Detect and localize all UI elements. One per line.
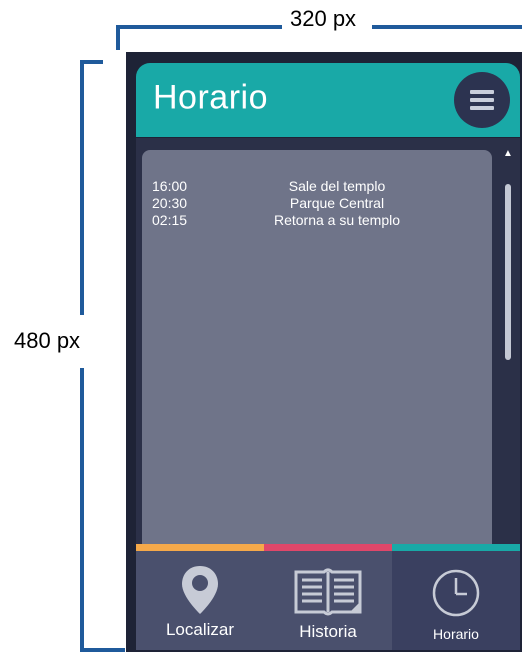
scrollbar[interactable]: ▲ ▼ xyxy=(502,148,514,568)
schedule-event: Sale del templo xyxy=(288,178,386,194)
menu-button[interactable] xyxy=(454,72,510,128)
book-icon xyxy=(292,564,364,625)
height-bracket-line-bottom xyxy=(80,368,84,652)
scroll-thumb[interactable] xyxy=(505,184,511,360)
tab-horario[interactable]: Horario xyxy=(392,544,520,650)
height-label: 480 px xyxy=(14,328,81,353)
tab-label: Horario xyxy=(433,626,479,642)
phone-screen: Horario 16:00 Sale del templo 20:30 Parq… xyxy=(126,52,522,652)
width-label: 320 px xyxy=(290,6,357,31)
scroll-up-icon[interactable]: ▲ xyxy=(502,148,514,160)
app-header: Horario xyxy=(136,63,520,137)
tab-accent xyxy=(264,544,392,551)
schedule-time: 20:30 xyxy=(152,195,188,211)
height-bracket-line-top xyxy=(80,60,84,315)
width-bracket-line-right xyxy=(372,25,522,29)
schedule-event: Retorna a su templo xyxy=(273,212,401,228)
tab-historia[interactable]: Historia xyxy=(264,544,392,650)
schedule-row: 16:00 Sale del templo xyxy=(152,178,482,195)
schedule-time: 16:00 xyxy=(152,178,188,194)
content-area: 16:00 Sale del templo 20:30 Parque Centr… xyxy=(136,138,520,598)
schedule-event: Parque Central xyxy=(289,195,385,211)
schedule-panel: 16:00 Sale del templo 20:30 Parque Centr… xyxy=(142,150,492,598)
tab-accent xyxy=(136,544,264,551)
page-title: Horario xyxy=(153,78,268,117)
schedule-time: 02:15 xyxy=(152,212,188,228)
tab-label: Localizar xyxy=(165,620,235,639)
height-bracket-bottom xyxy=(80,648,125,652)
width-bracket-line-left xyxy=(116,25,282,29)
tab-label: Historia xyxy=(299,622,357,641)
location-pin-icon xyxy=(180,564,220,621)
tab-bar: Localizar Historia Horario xyxy=(136,544,520,650)
schedule-row: 20:30 Parque Central xyxy=(152,195,482,212)
schedule-list: 16:00 Sale del templo 20:30 Parque Centr… xyxy=(152,178,482,229)
clock-icon xyxy=(431,568,481,623)
tab-accent xyxy=(392,544,520,551)
tab-localizar[interactable]: Localizar xyxy=(136,544,264,650)
schedule-row: 02:15 Retorna a su templo xyxy=(152,212,482,229)
